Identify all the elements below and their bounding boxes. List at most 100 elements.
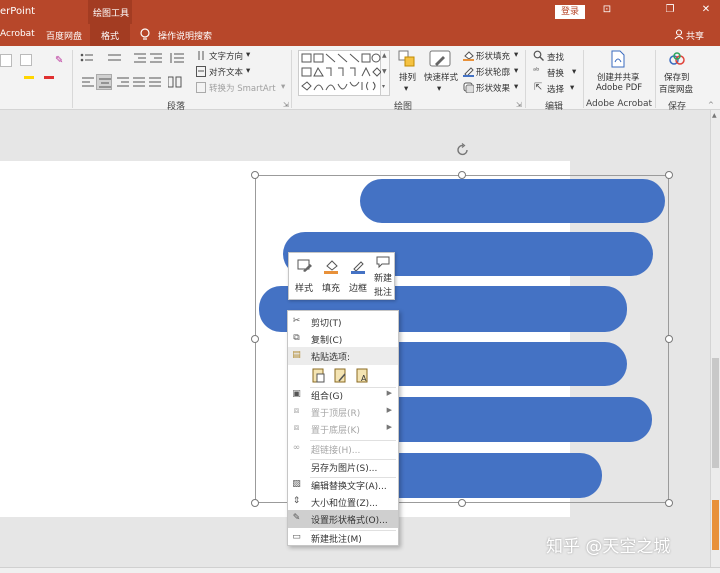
adobe-pdf-icon[interactable] [610, 50, 626, 68]
menu-item-size-position[interactable]: ⇕ 大小和位置(Z)... [288, 493, 398, 511]
drawing-tools-label: 绘图工具 [93, 9, 130, 19]
submenu-arrow-icon: ▶ [386, 389, 392, 397]
baidu-cloud-icon[interactable] [668, 50, 686, 68]
shape-effects-icon[interactable] [463, 82, 475, 94]
resize-handle-top[interactable] [458, 171, 466, 179]
resize-handle-top-left[interactable] [251, 171, 259, 179]
smartart-icon [196, 82, 206, 96]
select-cursor-icon[interactable]: ⇱ [534, 82, 542, 93]
align-right-icon[interactable] [117, 76, 129, 91]
tell-me-search[interactable]: 操作说明搜索 [158, 29, 212, 42]
save-to-baidu-line2[interactable]: 百度网盘 [659, 83, 693, 95]
arrange-icon[interactable] [398, 50, 416, 68]
tab-acrobat[interactable]: Acrobat [0, 29, 35, 39]
pen-outline-icon [351, 261, 365, 274]
menu-item-group[interactable]: ▣ 组合(G) ▶ [288, 386, 398, 404]
image-alt-text-icon: ▨ [292, 479, 301, 489]
mini-fill-button[interactable]: 填充 [318, 253, 344, 301]
mini-border-button[interactable]: 边框 [345, 253, 371, 301]
menu-item-new-comment[interactable]: ▭ 新建批注(M) [288, 529, 398, 547]
tab-baidu-netdisk[interactable]: 百度网盘 [46, 29, 82, 42]
text-direction-button[interactable]: 文字方向 [209, 50, 243, 62]
shape-gallery[interactable] [298, 50, 382, 96]
shape-outline-icon[interactable] [463, 66, 474, 77]
paste-keep-text-only-icon[interactable]: A [355, 367, 369, 383]
menu-item-save-as-picture[interactable]: 另存为图片(S)... [288, 458, 398, 476]
shape-effects-button[interactable]: 形状效果 [476, 82, 510, 94]
tab-format[interactable]: 格式 [90, 24, 130, 46]
align-center-icon[interactable] [96, 74, 112, 90]
select-button[interactable]: 选择 [547, 83, 564, 95]
ribbon-tab-row: Acrobat 百度网盘 格式 操作说明搜索 共享 [0, 24, 720, 46]
bullets-icon[interactable] [80, 52, 102, 67]
shape-fill-icon[interactable] [463, 50, 474, 61]
paste-use-destination-theme-icon[interactable] [311, 367, 325, 383]
lightbulb-icon [140, 28, 150, 40]
justify-icon[interactable] [133, 76, 145, 91]
increase-indent-icon[interactable] [150, 52, 162, 67]
columns-icon[interactable] [167, 76, 182, 91]
arrange-button[interactable]: 排列 [399, 71, 416, 83]
resize-handle-left[interactable] [251, 335, 259, 343]
align-left-icon[interactable] [82, 76, 94, 91]
login-button[interactable]: 登录 [555, 5, 585, 19]
resize-handle-bottom-right[interactable] [665, 499, 673, 507]
restore-window-icon[interactable]: ❐ [659, 4, 681, 15]
font-color-icon[interactable] [44, 76, 54, 79]
menu-item-edit-alt-text[interactable]: ▨ 编辑替换文字(A)... [288, 476, 398, 494]
shape-outline-button[interactable]: 形状轮廓 [476, 66, 510, 78]
collapse-ribbon-icon[interactable]: ^ [708, 101, 714, 109]
drawing-dialog-launcher-icon[interactable]: ⇲ [516, 101, 522, 109]
create-share-pdf-line1[interactable]: 创建并共享 [597, 71, 640, 83]
resize-handle-bottom[interactable] [458, 499, 466, 507]
app-title: erPoint [0, 6, 36, 17]
ribbon-display-options-icon[interactable]: ⊡ [596, 4, 618, 15]
title-bar: erPoint 绘图工具 登录 ⊡ ❐ ✕ [0, 0, 720, 24]
align-text-button[interactable]: 对齐文本 [209, 66, 243, 78]
menu-item-copy[interactable]: ⧉ 复制(C) [288, 330, 398, 348]
shape-gallery-scroll[interactable]: ▲ ▼ ▾ [381, 50, 390, 96]
save-to-baidu-line1[interactable]: 保存到 [664, 71, 690, 83]
menu-item-cut[interactable]: ✂ 剪切(T) [288, 313, 398, 331]
mini-style-button[interactable]: 样式 [291, 253, 317, 301]
mini-new-comment-label-1: 新建 [373, 274, 392, 284]
scrollbar-thumb[interactable] [712, 358, 719, 468]
mini-new-comment-button[interactable]: 新建 批注 [371, 253, 395, 301]
create-share-pdf-line2[interactable]: Adobe PDF [596, 83, 642, 93]
find-icon[interactable] [533, 50, 544, 64]
mini-border-label: 边框 [348, 284, 367, 294]
group-icon: ▣ [292, 389, 301, 399]
resize-handle-right[interactable] [665, 335, 673, 343]
vertical-scrollbar[interactable]: ▲ [710, 110, 720, 567]
distributed-icon[interactable] [149, 76, 161, 91]
quick-styles-button[interactable]: 快速样式 [424, 71, 458, 83]
shape-fill-button[interactable]: 形状填充 [476, 50, 510, 62]
numbering-icon[interactable] [108, 52, 130, 67]
replace-button[interactable]: 替换 [547, 67, 564, 79]
find-button[interactable]: 查找 [547, 51, 564, 63]
mini-new-comment-label-2: 批注 [373, 288, 392, 298]
share-button[interactable]: 共享 [686, 29, 704, 42]
resize-handle-bottom-left[interactable] [251, 499, 259, 507]
text-effects-icon[interactable] [20, 54, 32, 66]
scroll-up-icon[interactable]: ▲ [712, 112, 717, 119]
resize-handle-top-right[interactable] [665, 171, 673, 179]
menu-item-format-shape[interactable]: ✎ 设置形状格式(O)... [288, 510, 398, 528]
font-size-box[interactable] [0, 54, 12, 67]
line-spacing-icon[interactable] [170, 52, 184, 67]
align-text-icon[interactable] [196, 66, 206, 80]
paste-keep-source-formatting-icon[interactable] [333, 367, 347, 383]
quick-styles-icon[interactable] [429, 50, 451, 68]
menu-item-bring-to-front: ⧈ 置于顶层(R) ▶ [288, 403, 398, 421]
style-icon [297, 259, 312, 272]
submenu-arrow-icon: ▶ [386, 423, 392, 431]
replace-icon[interactable]: ᵃᵇ [533, 66, 540, 75]
decrease-indent-icon[interactable] [134, 52, 146, 67]
close-window-icon[interactable]: ✕ [695, 4, 717, 15]
rotate-handle-icon[interactable] [456, 143, 470, 157]
paragraph-dialog-launcher-icon[interactable]: ⇲ [283, 101, 289, 109]
highlight-color-icon[interactable] [24, 76, 34, 79]
clear-format-icon[interactable]: ✎ [55, 55, 66, 66]
text-direction-icon[interactable] [196, 50, 206, 64]
scroll-marker [712, 500, 719, 550]
